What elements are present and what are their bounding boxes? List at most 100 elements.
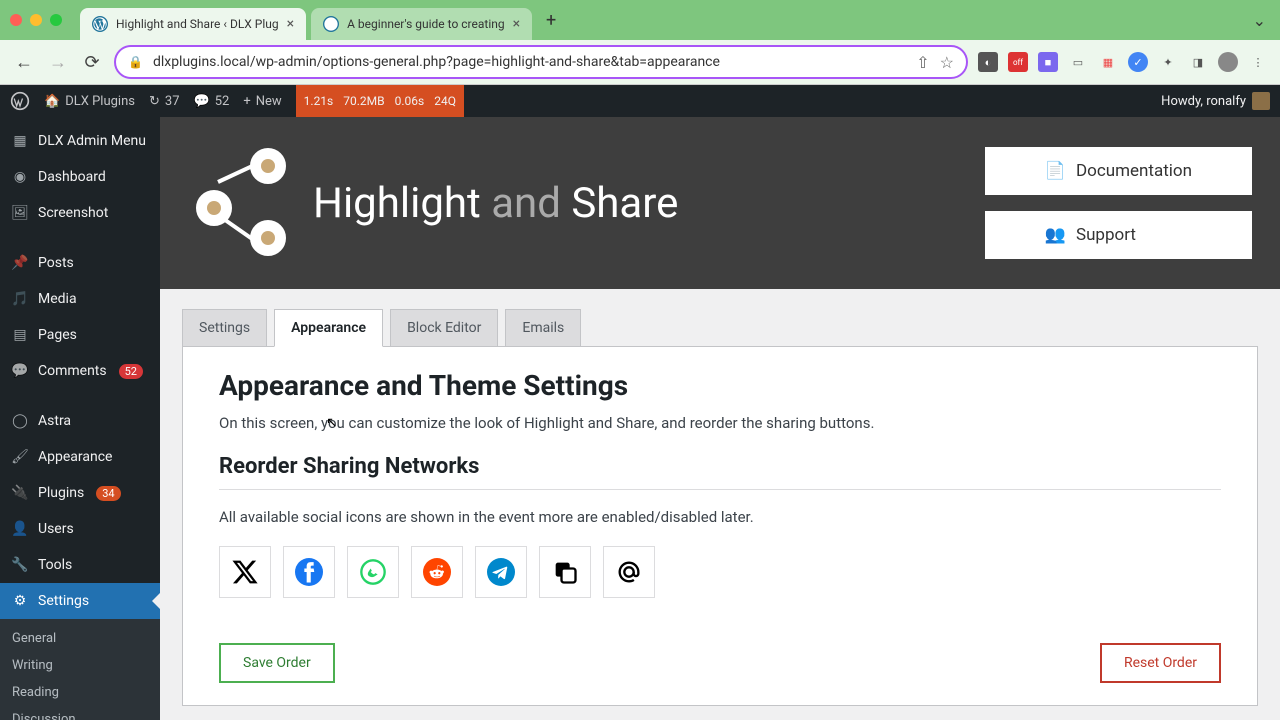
social-reddit[interactable] (411, 546, 463, 598)
content-area: Highlight and Share 📄Documentation 👥Supp… (160, 117, 1280, 720)
tab-emails[interactable]: Emails (505, 309, 581, 346)
panel-description: On this screen, you can customize the lo… (219, 414, 1221, 432)
address-bar[interactable]: 🔒 dlxplugins.local/wp-admin/options-gene… (114, 45, 968, 79)
sidebar-item-dashboard[interactable]: ◉Dashboard (0, 159, 160, 195)
new-link[interactable]: +New (243, 94, 281, 109)
users-icon: 👥 (1045, 225, 1066, 245)
sidebar-item-appearance[interactable]: 🖌Appearance (0, 439, 160, 475)
avatar (1252, 92, 1270, 110)
wrench-icon: 🔧 (10, 555, 30, 575)
tab-block-editor[interactable]: Block Editor (390, 309, 498, 346)
menu-icon[interactable]: ⋮ (1248, 52, 1268, 72)
settings-submenu: General Writing Reading Discussion (0, 619, 160, 720)
sliders-icon: ⚙ (10, 591, 30, 611)
sidebar-item-dlx-admin[interactable]: ▦DLX Admin Menu (0, 117, 160, 159)
comment-icon: 💬 (10, 361, 30, 381)
reload-button[interactable]: ⟳ (80, 50, 104, 74)
social-telegram[interactable] (475, 546, 527, 598)
extensions: ◐ off ■ ▭ ▦ ✓ ✦ ◨ ⋮ (978, 52, 1268, 72)
dashboard-icon: ◉ (10, 167, 30, 187)
browser-tab-active[interactable]: Highlight and Share ‹ DLX Plug × (80, 8, 306, 40)
settings-panel: Appearance and Theme Settings On this sc… (182, 346, 1258, 706)
tab-settings[interactable]: Settings (182, 309, 267, 346)
new-tab-button[interactable]: + (537, 6, 565, 34)
wordpress-icon (323, 16, 339, 32)
updates-link[interactable]: ↻37 (149, 94, 180, 109)
extensions-icon[interactable]: ✦ (1158, 52, 1178, 72)
url-text: dlxplugins.local/wp-admin/options-genera… (153, 54, 906, 70)
minimize-window[interactable] (30, 14, 42, 26)
sidebar-item-tools[interactable]: 🔧Tools (0, 547, 160, 583)
lock-icon: 🔒 (128, 55, 143, 69)
ext-icon[interactable]: ◐ (978, 52, 998, 72)
social-whatsapp[interactable] (347, 546, 399, 598)
close-tab-icon[interactable]: × (513, 16, 520, 32)
documentation-button[interactable]: 📄Documentation (985, 147, 1252, 195)
save-order-button[interactable]: Save Order (219, 643, 335, 683)
share-icon[interactable]: ⇧ (916, 53, 929, 72)
image-icon: 🖼 (10, 203, 30, 223)
user-icon: 👤 (10, 519, 30, 539)
astra-icon: ◯ (10, 411, 30, 431)
sub-discussion[interactable]: Discussion (0, 706, 160, 720)
panel-heading: Appearance and Theme Settings (219, 369, 1221, 402)
tab-title: A beginner's guide to creating (347, 17, 504, 31)
sidebar-item-media[interactable]: 🎵Media (0, 281, 160, 317)
wordpress-icon (92, 16, 108, 32)
reset-order-button[interactable]: Reset Order (1100, 643, 1221, 683)
social-facebook[interactable] (283, 546, 335, 598)
sidebar-item-posts[interactable]: 📌Posts (0, 245, 160, 281)
site-link[interactable]: 🏠DLX Plugins (44, 94, 135, 109)
forward-button[interactable]: → (46, 50, 70, 74)
ext-icon[interactable]: ▭ (1068, 52, 1088, 72)
sortable-social-icons[interactable] (219, 546, 1221, 598)
plugin-title: Highlight and Share (313, 179, 678, 228)
ext-icon[interactable]: ▦ (1098, 52, 1118, 72)
comments-link[interactable]: 💬52 (194, 94, 230, 109)
ext-icon[interactable]: off (1008, 52, 1028, 72)
browser-tabstrip: Highlight and Share ‹ DLX Plug × A begin… (0, 0, 1280, 40)
media-icon: 🎵 (10, 289, 30, 309)
howdy-link[interactable]: Howdy, ronalfy (1161, 92, 1270, 110)
section-heading: Reorder Sharing Networks (219, 454, 1221, 490)
wp-logo-icon[interactable] (10, 91, 30, 111)
sidepanel-icon[interactable]: ◨ (1188, 52, 1208, 72)
tab-appearance[interactable]: Appearance (274, 309, 383, 347)
sidebar-item-astra[interactable]: ◯Astra (0, 403, 160, 439)
support-button[interactable]: 👥Support (985, 211, 1252, 259)
maximize-window[interactable] (50, 14, 62, 26)
back-button[interactable]: ← (12, 50, 36, 74)
comment-icon: 💬 (194, 94, 210, 109)
browser-tab[interactable]: A beginner's guide to creating × (311, 8, 532, 40)
tabs-dropdown-icon[interactable]: ⌄ (1253, 11, 1266, 30)
plugin-logo (188, 148, 298, 258)
ext-icon[interactable]: ✓ (1128, 52, 1148, 72)
bookmark-icon[interactable]: ☆ (940, 53, 954, 72)
home-icon: 🏠 (44, 94, 60, 109)
pin-icon: 📌 (10, 253, 30, 273)
close-tab-icon[interactable]: × (287, 16, 294, 32)
page-icon: ▤ (10, 325, 30, 345)
doc-icon: 📄 (1045, 161, 1066, 181)
profile-avatar[interactable] (1218, 52, 1238, 72)
close-window[interactable] (10, 14, 22, 26)
section-note: All available social icons are shown in … (219, 508, 1221, 526)
sub-writing[interactable]: Writing (0, 652, 160, 679)
debug-bar[interactable]: 1.21s 70.2MB 0.06s 24Q (296, 85, 464, 117)
ext-icon[interactable]: ■ (1038, 52, 1058, 72)
social-copy[interactable] (539, 546, 591, 598)
sub-reading[interactable]: Reading (0, 679, 160, 706)
grid-icon: ▦ (10, 131, 30, 151)
sub-general[interactable]: General (0, 625, 160, 652)
sidebar-item-pages[interactable]: ▤Pages (0, 317, 160, 353)
sidebar-item-plugins[interactable]: 🔌Plugins34 (0, 475, 160, 511)
social-email[interactable] (603, 546, 655, 598)
sidebar-item-settings[interactable]: ⚙Settings (0, 583, 160, 619)
sidebar-item-comments[interactable]: 💬Comments52 (0, 353, 160, 389)
sidebar-item-users[interactable]: 👤Users (0, 511, 160, 547)
social-x[interactable] (219, 546, 271, 598)
sidebar-item-screenshot[interactable]: 🖼Screenshot (0, 195, 160, 231)
plugin-header: Highlight and Share 📄Documentation 👥Supp… (160, 117, 1280, 289)
plugin-tabs: Settings Appearance Block Editor Emails (160, 289, 1280, 346)
browser-toolbar: ← → ⟳ 🔒 dlxplugins.local/wp-admin/option… (0, 40, 1280, 85)
